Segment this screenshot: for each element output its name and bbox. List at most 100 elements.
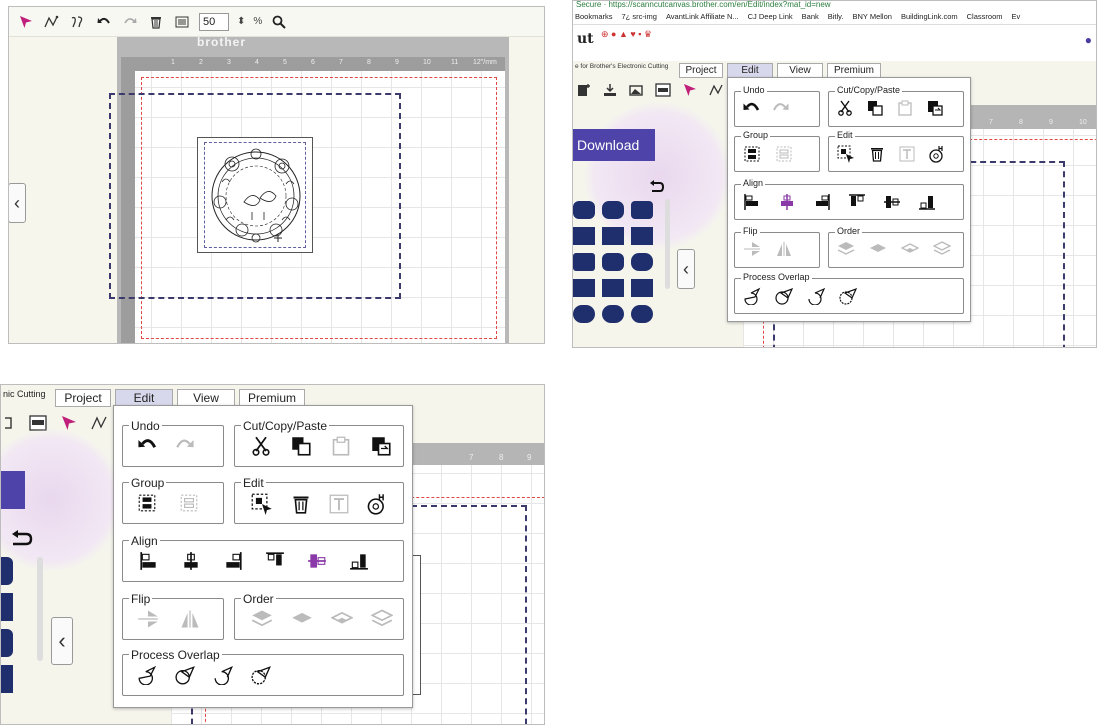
shape-tile[interactable] <box>631 253 653 271</box>
magnifier-icon[interactable] <box>270 13 288 31</box>
overlap-divide-icon[interactable] <box>251 665 273 685</box>
flip-vertical-icon[interactable] <box>137 609 159 629</box>
weld-icon[interactable] <box>367 493 387 515</box>
align-top-icon[interactable] <box>848 193 866 211</box>
bookmark-item[interactable]: Classroom <box>967 12 1003 21</box>
bookmark-item[interactable]: BuildingLink.com <box>901 12 958 21</box>
select-all-icon[interactable] <box>837 145 855 163</box>
undo-icon[interactable] <box>743 100 761 116</box>
bring-front-icon[interactable] <box>251 609 273 629</box>
align-middle-icon[interactable] <box>883 193 901 211</box>
collapse-panel-button[interactable]: ‹ <box>51 617 73 665</box>
trash-icon[interactable] <box>869 146 885 162</box>
scissors-icon[interactable] <box>837 100 853 116</box>
shape-tile[interactable] <box>573 279 595 297</box>
menu-edit[interactable]: Edit <box>727 63 773 78</box>
svg-icon[interactable] <box>655 83 671 97</box>
trash-icon[interactable] <box>147 13 165 31</box>
shape-tile[interactable] <box>602 201 624 219</box>
align-left-icon[interactable] <box>743 193 761 211</box>
align-top-icon[interactable] <box>265 551 285 571</box>
copy-icon[interactable] <box>291 436 311 456</box>
select-all-icon[interactable] <box>251 493 273 515</box>
paste-icon[interactable] <box>897 100 913 116</box>
shape-tile[interactable] <box>602 305 624 323</box>
shape-tile[interactable] <box>602 279 624 297</box>
overlap-subtract-icon[interactable] <box>175 665 197 685</box>
redo-icon[interactable] <box>771 100 789 116</box>
menu-premium[interactable]: Premium <box>827 63 881 78</box>
bookmark-item[interactable]: CJ Deep Link <box>748 12 793 21</box>
download-button[interactable] <box>1 471 25 509</box>
download-button[interactable]: Download <box>573 129 655 161</box>
shape-library-scrollbar[interactable] <box>37 557 43 661</box>
weld-icon[interactable] <box>929 145 945 163</box>
undo-icon[interactable] <box>95 13 113 31</box>
align-right-icon[interactable] <box>223 551 243 571</box>
back-arrow-icon[interactable] <box>649 179 665 193</box>
zoom-stepper-icon[interactable]: ⬍ <box>237 16 245 27</box>
shape-tile[interactable] <box>631 227 653 245</box>
menu-project[interactable]: Project <box>679 63 723 78</box>
shape-tile[interactable] <box>1 557 13 585</box>
align-bottom-icon[interactable] <box>918 193 936 211</box>
redo-icon[interactable] <box>121 13 139 31</box>
bookmark-item[interactable]: BNY Mellon <box>852 12 891 21</box>
image-icon[interactable] <box>5 415 15 431</box>
collapse-panel-button[interactable]: ‹ <box>677 249 695 289</box>
send-backward-icon[interactable] <box>901 241 919 257</box>
curve-edit-icon[interactable] <box>69 13 87 31</box>
align-middle-icon[interactable] <box>307 551 327 571</box>
flip-vertical-icon[interactable] <box>743 241 761 257</box>
text-icon[interactable] <box>899 146 915 162</box>
new-icon[interactable] <box>577 83 591 97</box>
bring-front-icon[interactable] <box>837 241 855 257</box>
flip-horizontal-icon[interactable] <box>179 609 201 629</box>
node-edit-icon[interactable] <box>91 415 109 431</box>
select-arrow-icon[interactable] <box>17 13 35 31</box>
wreath-pattern[interactable] <box>197 137 313 253</box>
node-edit-icon[interactable] <box>43 13 61 31</box>
align-left-icon[interactable] <box>139 551 159 571</box>
shape-tile[interactable] <box>631 305 653 323</box>
send-back-icon[interactable] <box>371 609 393 629</box>
bring-forward-icon[interactable] <box>291 609 313 629</box>
undo-icon[interactable] <box>137 436 159 454</box>
shape-tile[interactable] <box>573 253 595 271</box>
trash-icon[interactable] <box>291 494 311 514</box>
align-right-icon[interactable] <box>813 193 831 211</box>
copy-icon[interactable] <box>867 100 883 116</box>
shape-tile[interactable] <box>1 593 13 621</box>
shape-tile[interactable] <box>1 629 13 657</box>
shape-library-scrollbar[interactable] <box>665 199 670 289</box>
shape-tile[interactable] <box>1 665 13 693</box>
bookmark-item[interactable]: Ev <box>1011 12 1020 21</box>
shape-tile[interactable] <box>631 201 653 219</box>
redo-icon[interactable] <box>173 436 195 454</box>
shape-tile[interactable] <box>573 201 595 219</box>
send-back-icon[interactable] <box>933 241 951 257</box>
group-icon[interactable] <box>137 493 157 513</box>
bookmark-item[interactable]: AvantLink Affiliate N... <box>666 12 739 21</box>
bookmark-item[interactable]: 7¿ src-img <box>622 12 657 21</box>
overlap-intersect-icon[interactable] <box>807 287 827 305</box>
scissors-icon[interactable] <box>251 436 271 456</box>
select-arrow-icon[interactable] <box>683 83 697 97</box>
zoom-input[interactable]: 50 <box>199 12 229 31</box>
bookmark-item[interactable]: Bookmarks <box>575 12 613 21</box>
shape-tile[interactable] <box>602 253 624 271</box>
group-icon[interactable] <box>743 145 761 163</box>
ungroup-icon[interactable] <box>179 493 199 513</box>
overlap-divide-icon[interactable] <box>839 287 859 305</box>
duplicate-icon[interactable] <box>927 100 943 116</box>
menu-project[interactable]: Project <box>55 389 111 407</box>
paste-icon[interactable] <box>331 436 351 456</box>
flip-horizontal-icon[interactable] <box>775 241 793 257</box>
shape-tile[interactable] <box>573 305 595 323</box>
shape-tile[interactable] <box>631 279 653 297</box>
import-icon[interactable] <box>603 83 617 97</box>
bookmark-item[interactable]: Bitly. <box>828 12 844 21</box>
user-icon[interactable]: ● <box>1085 33 1092 47</box>
menu-view[interactable]: View <box>777 63 823 78</box>
align-center-icon[interactable] <box>181 551 201 571</box>
